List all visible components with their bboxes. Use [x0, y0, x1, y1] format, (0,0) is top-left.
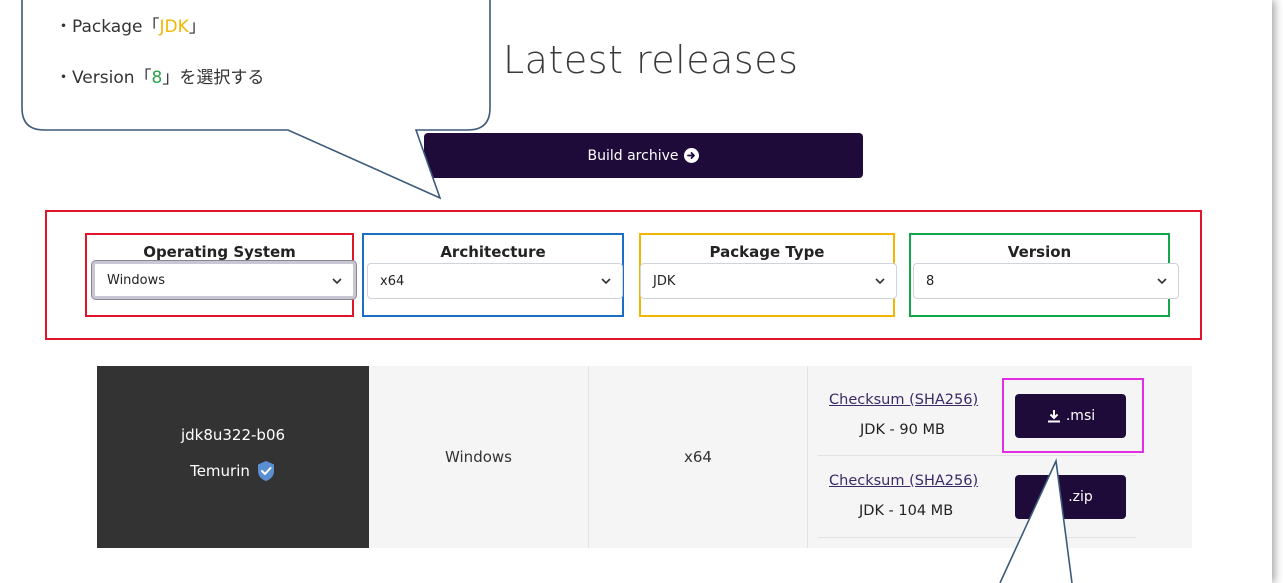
checksum-link[interactable]: Checksum (SHA256) [829, 392, 978, 408]
package-select[interactable]: JDK [640, 263, 897, 299]
filter-version-label: Version [1007, 243, 1072, 261]
chevron-down-icon [601, 278, 611, 285]
page-title: Latest releases [503, 38, 799, 82]
chevron-down-icon [875, 278, 885, 285]
package-size: JDK - 104 MB [859, 503, 954, 519]
filter-os-label: Operating System [143, 243, 296, 261]
arch-select-value: x64 [380, 273, 405, 289]
callout-version-suffix: 」を選択する [162, 68, 265, 88]
arch-select[interactable]: x64 [367, 263, 623, 299]
package-select-value: JDK [653, 273, 676, 289]
version-select[interactable]: 8 [913, 263, 1179, 299]
callout-package-suffix: 」 [188, 17, 206, 37]
callout-version-prefix: ・Version「 [55, 68, 152, 88]
release-arch: x64 [684, 448, 712, 466]
callout-line-version: ・Version「8」を選択する [55, 63, 264, 88]
callout-package-value: JDK [159, 17, 189, 37]
filter-package-label: Package Type [709, 243, 825, 261]
chevron-down-icon [332, 278, 342, 285]
release-arch-cell: x64 [589, 366, 808, 548]
verified-shield-icon [257, 461, 274, 481]
callout-pointer [999, 458, 1073, 583]
msi-highlight-box [1002, 378, 1144, 453]
release-name-cell: jdk8u322-b06 Temurin [97, 366, 369, 548]
checksum-link[interactable]: Checksum (SHA256) [829, 473, 978, 489]
arrow-right-circle-icon [684, 148, 700, 163]
release-name: jdk8u322-b06 [180, 426, 286, 444]
build-archive-label: Build archive [587, 147, 679, 164]
os-select-value: Windows [107, 272, 166, 288]
callout-package-prefix: ・Package「 [55, 17, 160, 37]
chevron-down-icon [1157, 278, 1167, 285]
release-os: Windows [445, 448, 512, 466]
os-select[interactable]: Windows [92, 261, 356, 299]
callout-version-value: 8 [151, 68, 163, 88]
release-os-cell: Windows [369, 366, 589, 548]
version-select-value: 8 [926, 273, 935, 289]
callout-line-package: ・Package「JDK」 [55, 12, 206, 37]
filter-arch-label: Architecture [440, 243, 546, 261]
vendor-row: Temurin [97, 460, 369, 482]
vendor-name: Temurin [190, 462, 250, 480]
package-size: JDK - 90 MB [860, 422, 945, 438]
